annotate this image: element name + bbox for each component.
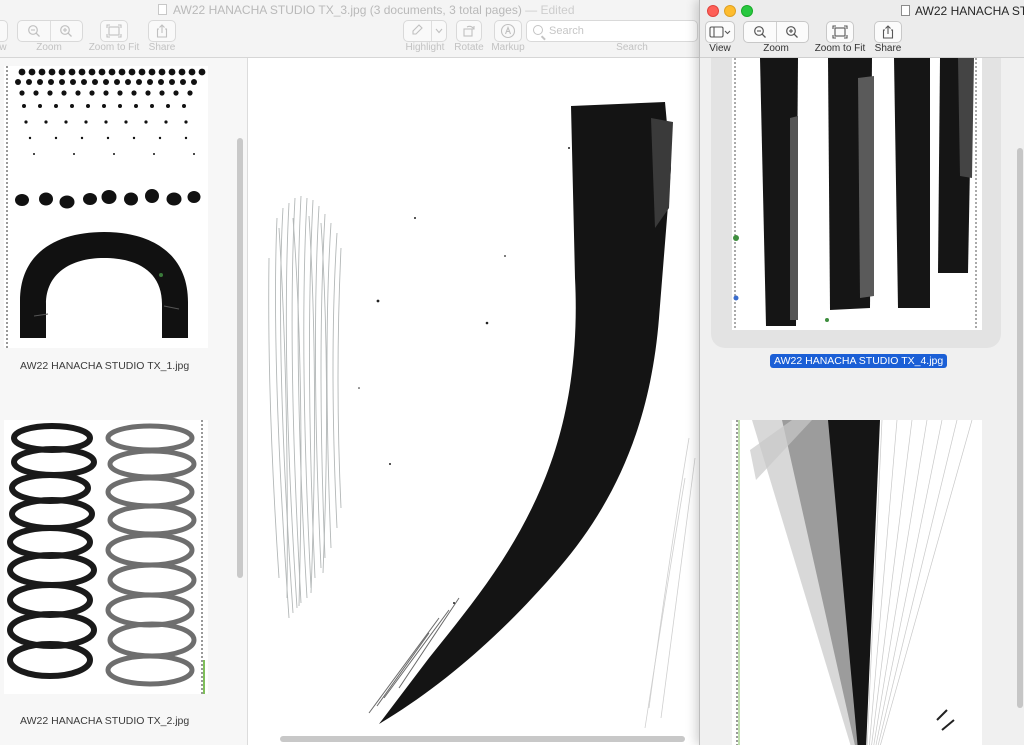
document-icon	[158, 4, 167, 15]
document-horizontal-scrollbar[interactable]	[280, 736, 685, 742]
front-titlebar: AW22 HANACHA STU View Zoom Zoom to Fit S…	[700, 0, 1024, 58]
zoom-out-icon	[28, 25, 40, 37]
highlight-menu-button[interactable]	[430, 21, 446, 41]
view-menu-button[interactable]	[705, 21, 735, 43]
chevron-down-icon	[435, 28, 443, 34]
markup-button[interactable]	[494, 20, 522, 42]
front-preview-window: AW22 HANACHA STU View Zoom Zoom to Fit S…	[699, 0, 1024, 745]
back-window-title: AW22 HANACHA STUDIO TX_3.jpg (3 document…	[0, 3, 700, 17]
zoom-out-button[interactable]	[744, 22, 776, 42]
zoom-out-icon	[754, 26, 766, 38]
zoom-to-fit-icon	[832, 25, 848, 39]
thumbnail-label-tx2[interactable]: AW22 HANACHA STUDIO TX_2.jpg	[20, 715, 240, 727]
zoom-to-fit-label: Zoom to Fit	[88, 42, 140, 53]
view-label: View	[709, 43, 731, 54]
zoom-in-button[interactable]	[775, 22, 808, 42]
ink-dots-arch-image	[4, 66, 208, 348]
thumbnail-tx2[interactable]	[4, 420, 208, 694]
front-page-list: AW22 HANACHA STUDIO TX_4.jpg	[700, 58, 1024, 745]
share-label: Share	[148, 42, 176, 53]
document-icon	[901, 5, 910, 16]
zoom-control[interactable]	[17, 20, 83, 42]
highlight-icon	[412, 24, 424, 35]
search-icon	[533, 25, 543, 35]
back-titlebar: AW22 HANACHA STUDIO TX_3.jpg (3 document…	[0, 0, 700, 58]
ink-vertical-strokes-image	[732, 58, 982, 330]
highlight-label: Highlight	[405, 42, 445, 53]
share-icon	[882, 25, 894, 39]
highlight-button[interactable]	[403, 20, 447, 42]
front-window-title: AW22 HANACHA STU	[901, 4, 1024, 18]
markup-label: Markup	[491, 42, 525, 53]
document-view	[249, 58, 700, 745]
zoom-label: Zoom	[36, 42, 62, 53]
zoom-in-button[interactable]	[49, 21, 82, 41]
thumbnail-label-tx1[interactable]: AW22 HANACHA STUDIO TX_1.jpg	[20, 360, 240, 372]
search-field[interactable]: Search	[526, 20, 698, 42]
maximize-button[interactable]	[741, 5, 753, 17]
zoom-in-icon	[786, 26, 799, 38]
zoom-to-fit-label: Zoom to Fit	[814, 43, 866, 54]
sidebar-scrollbar[interactable]	[237, 138, 243, 578]
zoom-control[interactable]	[743, 21, 809, 43]
view-label: w	[0, 42, 7, 53]
zoom-to-fit-icon	[106, 24, 122, 38]
share-icon	[156, 24, 168, 38]
share-button[interactable]	[148, 20, 176, 42]
back-preview-window: AW22 HANACHA STUDIO TX_3.jpg (3 document…	[0, 0, 700, 745]
zoom-out-button[interactable]	[18, 21, 50, 41]
rotate-label: Rotate	[454, 42, 484, 53]
page-thumbnail-next[interactable]	[732, 420, 982, 745]
thumbnail-sidebar: AW22 HANACHA STUDIO TX_1.jpg AW22 HANACH…	[0, 58, 248, 745]
thumbnail-tx1[interactable]	[4, 66, 208, 348]
zoom-in-icon	[60, 25, 73, 37]
page-thumbnail-tx4[interactable]	[732, 58, 982, 330]
view-button[interactable]	[0, 20, 8, 42]
zoom-label: Zoom	[763, 43, 789, 54]
ink-wash-fan-image	[732, 420, 982, 745]
zoom-to-fit-button[interactable]	[100, 20, 128, 42]
ink-loops-image	[4, 420, 208, 694]
share-label: Share	[874, 43, 902, 54]
front-vertical-scrollbar[interactable]	[1017, 148, 1023, 708]
rotate-icon	[463, 25, 475, 37]
front-title-text: AW22 HANACHA STU	[915, 4, 1024, 18]
close-button[interactable]	[707, 5, 719, 17]
zoom-to-fit-button[interactable]	[826, 21, 854, 43]
search-placeholder: Search	[549, 25, 584, 37]
page-label-tx4-selected[interactable]: AW22 HANACHA STUDIO TX_4.jpg	[770, 354, 948, 368]
back-title-text: AW22 HANACHA STUDIO TX_3.jpg (3 document…	[173, 3, 522, 17]
markup-icon	[500, 23, 516, 39]
brush-stroke-image	[249, 58, 700, 745]
share-button[interactable]	[874, 21, 902, 43]
minimize-button[interactable]	[724, 5, 736, 17]
rotate-button[interactable]	[456, 20, 482, 42]
edited-status: — Edited	[525, 3, 575, 17]
search-label: Search	[616, 42, 648, 53]
sidebar-view-icon	[709, 26, 731, 38]
